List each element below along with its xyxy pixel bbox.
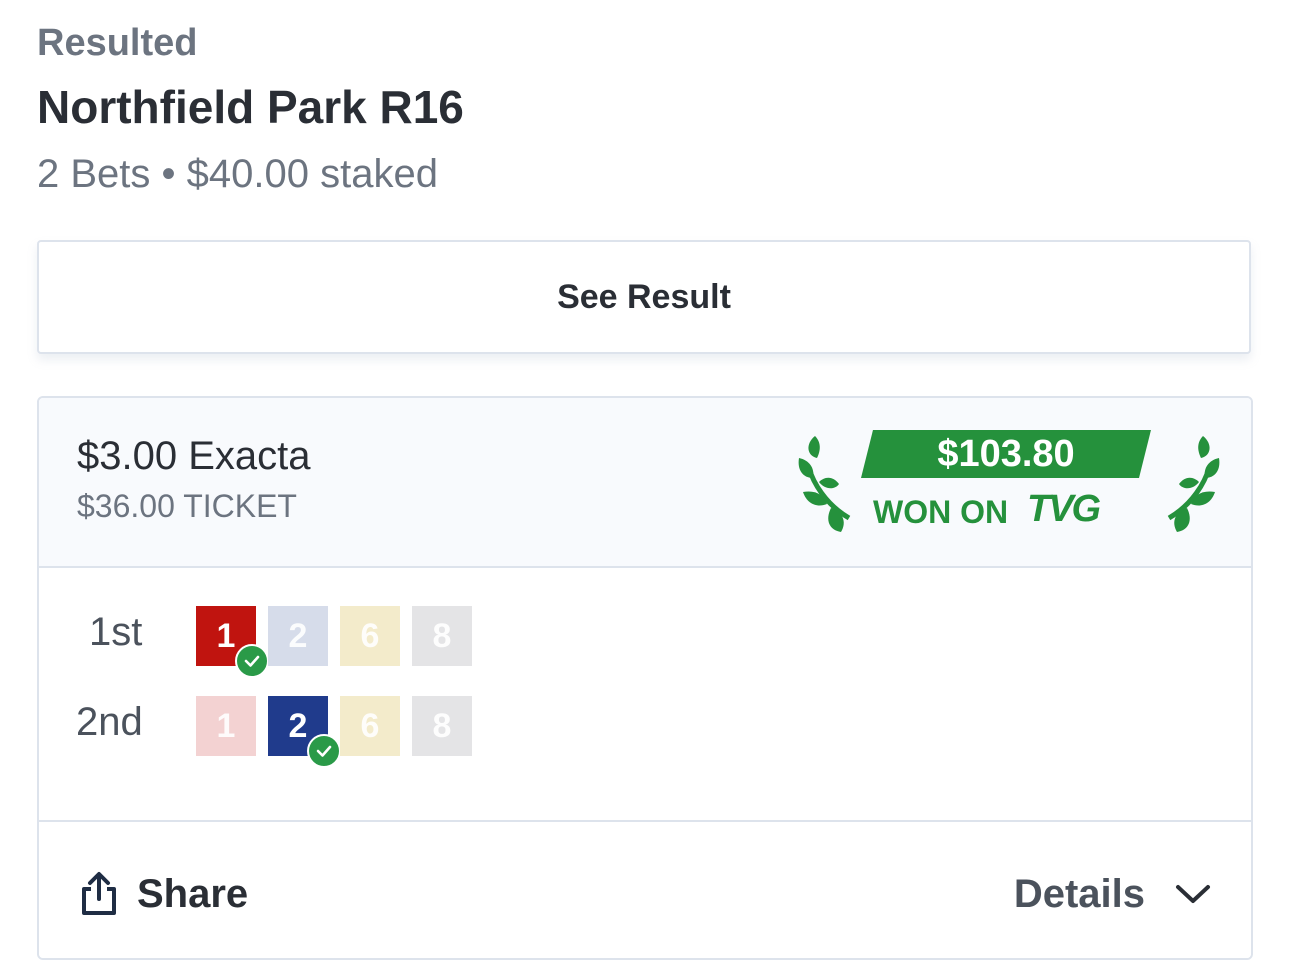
runner-number: 1 (216, 706, 236, 745)
runner-number: 1 (216, 616, 236, 655)
selections: 1st 1 2 6 8 2nd 1 2 6 8 (39, 568, 1251, 820)
runner-number: 6 (360, 616, 380, 655)
details-label: Details (1013, 871, 1145, 916)
bet-card-header: $3.00 Exacta $36.00 TICKET $103.80 WON O… (39, 398, 1251, 568)
runner-number: 8 (432, 706, 452, 745)
runner-1st-2: 2 (268, 606, 328, 666)
runner-number: 2 (288, 616, 308, 655)
place-label-1st: 1st (89, 610, 143, 654)
share-button[interactable]: Share (79, 866, 248, 922)
runner-number: 6 (360, 706, 380, 745)
runner-2nd-8: 8 (412, 696, 472, 756)
details-button[interactable]: Details (1014, 866, 1211, 922)
race-status: Resulted (37, 22, 198, 64)
tvg-logo: TVG (1027, 488, 1101, 530)
see-result-button[interactable]: See Result (37, 240, 1251, 354)
runner-2nd-1: 1 (196, 696, 256, 756)
ticket-cost: $36.00 TICKET (77, 488, 297, 524)
laurel-left-icon (798, 436, 851, 532)
runner-number: 8 (432, 616, 452, 655)
bets-summary: 2 Bets • $40.00 staked (37, 152, 438, 196)
check-icon (235, 644, 269, 678)
bet-card: $3.00 Exacta $36.00 TICKET $103.80 WON O… (37, 396, 1253, 960)
win-amount: $103.80 (937, 433, 1075, 475)
win-badge: $103.80 WON ON TVG (795, 428, 1225, 538)
laurel-right-icon (1167, 436, 1220, 532)
won-on-label: WON ON (873, 494, 1009, 530)
runner-number: 2 (288, 706, 308, 745)
runner-2nd-6: 6 (340, 696, 400, 756)
runner-1st-6: 6 (340, 606, 400, 666)
share-icon (82, 872, 116, 915)
race-title: Northfield Park R16 (37, 81, 464, 133)
bet-type: $3.00 Exacta (77, 434, 311, 478)
check-icon (307, 734, 341, 768)
runner-1st-8: 8 (412, 606, 472, 666)
bet-card-footer: Share Details (39, 820, 1251, 958)
place-label-2nd: 2nd (76, 700, 143, 744)
chevron-down-icon (1176, 885, 1210, 903)
share-label: Share (137, 871, 249, 916)
